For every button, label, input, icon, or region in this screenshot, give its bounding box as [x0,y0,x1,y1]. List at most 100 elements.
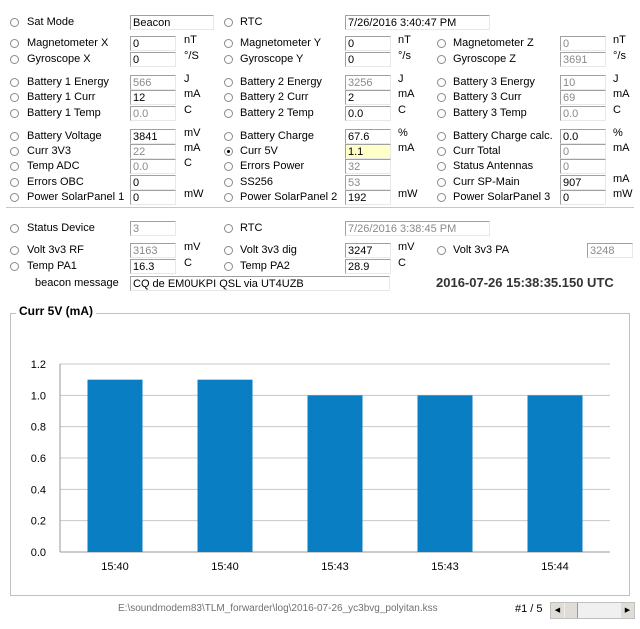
field-battery-1-energy[interactable]: 566 [130,75,176,90]
radio-battery-2-curr[interactable] [224,93,233,102]
radio-battery-charge-calc[interactable] [437,132,446,141]
radio-errors-obc[interactable] [10,178,19,187]
field-power-solarpanel-3[interactable]: 0 [560,190,606,205]
field-gyroscope-z[interactable]: 3691 [560,52,606,67]
field-power-solarpanel-1[interactable]: 0 [130,190,176,205]
radio-ss256[interactable] [224,178,233,187]
radio-magnetometer-x[interactable] [10,39,19,48]
radio-status-device[interactable] [10,224,19,233]
field-gyroscope-x[interactable]: 0 [130,52,176,67]
field-ss256[interactable]: 53 [345,175,391,190]
radio-volt-3v3-dig[interactable] [224,246,233,255]
radio-temp-pa1[interactable] [10,262,19,271]
field-battery-3-temp[interactable]: 0.0 [560,106,606,121]
radio-battery-3-curr[interactable] [437,93,446,102]
field-curr-sp-main[interactable]: 907 [560,175,606,190]
radio-magnetometer-z[interactable] [437,39,446,48]
radio-magnetometer-y[interactable] [224,39,233,48]
y-tick-label: 0.4 [31,484,46,496]
field-curr-3v3[interactable]: 22 [130,144,176,159]
field-errors-power[interactable]: 32 [345,159,391,174]
unit-power-solarpanel-1: mW [184,188,204,200]
x-tick-label: 15:43 [321,561,349,573]
radio-battery-3-energy[interactable] [437,78,446,87]
radio-sat-mode[interactable] [10,18,19,27]
radio-status-antennas[interactable] [437,162,446,171]
radio-battery-2-temp[interactable] [224,109,233,118]
radio-power-solarpanel-1[interactable] [10,193,19,202]
field-battery-3-energy[interactable]: 10 [560,75,606,90]
file-path: E:\soundmodem83\TLM_forwarder\log\2016-0… [118,603,438,614]
radio-battery-voltage[interactable] [10,132,19,141]
unit-curr-5v: mA [398,142,415,154]
field-temp-pa2[interactable]: 28.9 [345,259,391,274]
field-curr-total[interactable]: 0 [560,144,606,159]
beacon-message-field[interactable]: CQ de EM0UKPI QSL via UT4UZB [130,276,390,291]
chart-title: Curr 5V (mA) [16,304,97,318]
radio-errors-power[interactable] [224,162,233,171]
unit-battery-2-energy: J [398,73,404,85]
field-magnetometer-x[interactable]: 0 [130,36,176,51]
radio-volt-3v3-rf[interactable] [10,246,19,255]
field-battery-1-curr[interactable]: 12 [130,90,176,105]
bar [307,395,363,552]
radio-temp-pa2[interactable] [224,262,233,271]
radio-rtc[interactable] [224,224,233,233]
field-status-device[interactable]: 3 [130,221,176,236]
radio-gyroscope-x[interactable] [10,55,19,64]
field-curr-5v[interactable]: 1.1 [345,144,391,159]
field-temp-pa1[interactable]: 16.3 [130,259,176,274]
field-temp-adc[interactable]: 0.0 [130,159,176,174]
field-volt-3v3-rf[interactable]: 3163 [130,243,176,258]
radio-volt-3v3-pa[interactable] [437,246,446,255]
radio-power-solarpanel-2[interactable] [224,193,233,202]
radio-battery-3-temp[interactable] [437,109,446,118]
y-tick-label: 1.0 [31,390,46,402]
radio-power-solarpanel-3[interactable] [437,193,446,202]
radio-curr-sp-main[interactable] [437,178,446,187]
scroll-right-icon[interactable]: ▶ [621,603,634,618]
label-curr-sp-main: Curr SP-Main [453,176,520,188]
field-power-solarpanel-2[interactable]: 192 [345,190,391,205]
field-battery-voltage[interactable]: 3841 [130,129,176,144]
field-gyroscope-y[interactable]: 0 [345,52,391,67]
label-power-solarpanel-1: Power SolarPanel 1 [27,191,125,203]
field-battery-2-temp[interactable]: 0.0 [345,106,391,121]
field-battery-3-curr[interactable]: 69 [560,90,606,105]
x-tick-label: 15:44 [541,561,569,573]
radio-curr-5v[interactable] [224,147,233,156]
unit-temp-pa1: C [184,257,192,269]
field-magnetometer-y[interactable]: 0 [345,36,391,51]
radio-battery-2-energy[interactable] [224,78,233,87]
field-battery-2-curr[interactable]: 2 [345,90,391,105]
bar [197,379,253,552]
field-battery-charge[interactable]: 67.6 [345,129,391,144]
scroll-thumb[interactable] [565,603,578,618]
label-battery-charge-calc: Battery Charge calc. [453,130,553,142]
radio-curr-3v3[interactable] [10,147,19,156]
field-rtc[interactable]: 7/26/2016 3:38:45 PM [345,221,490,236]
radio-gyroscope-z[interactable] [437,55,446,64]
field-magnetometer-z[interactable]: 0 [560,36,606,51]
record-scrollbar[interactable]: ◀ ▶ [550,602,635,619]
field-battery-1-temp[interactable]: 0.0 [130,106,176,121]
radio-battery-1-temp[interactable] [10,109,19,118]
radio-temp-adc[interactable] [10,162,19,171]
field-battery-2-energy[interactable]: 3256 [345,75,391,90]
label-temp-pa2: Temp PA2 [240,260,290,272]
radio-gyroscope-y[interactable] [224,55,233,64]
radio-battery-1-curr[interactable] [10,93,19,102]
field-volt-3v3-dig[interactable]: 3247 [345,243,391,258]
radio-battery-charge[interactable] [224,132,233,141]
radio-rtc[interactable] [224,18,233,27]
field-status-antennas[interactable]: 0 [560,159,606,174]
scroll-left-icon[interactable]: ◀ [551,603,564,618]
radio-curr-total[interactable] [437,147,446,156]
field-battery-charge-calc[interactable]: 0.0 [560,129,606,144]
field-volt-3v3-pa[interactable]: 3248 [587,243,633,258]
field-errors-obc[interactable]: 0 [130,175,176,190]
radio-battery-1-energy[interactable] [10,78,19,87]
field-sat-mode[interactable]: Beacon [130,15,214,30]
label-temp-adc: Temp ADC [27,160,80,172]
field-rtc[interactable]: 7/26/2016 3:40:47 PM [345,15,490,30]
